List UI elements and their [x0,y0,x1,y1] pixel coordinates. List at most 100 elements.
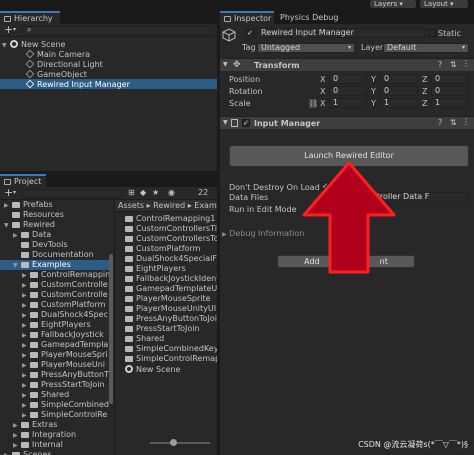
project-tree-item[interactable]: ▼ Rewired [0,220,109,230]
debug-foldout[interactable]: ▶ Debug Information [222,229,304,238]
project-tree-item[interactable]: ▶ SimpleControlRe [0,410,109,420]
project-tree-item[interactable]: Documentation [0,250,109,260]
hierarchy-item-gameobject[interactable]: GameObject [25,69,87,79]
transform-z-field[interactable]: 0 [431,86,469,96]
project-tree-item[interactable]: ▶ CustomControlle [0,290,109,300]
project-file-item[interactable]: EightPlayers [125,264,186,274]
project-file-item[interactable]: CustomPlatform [125,244,200,254]
project-tree-item[interactable]: ▶ ControlRemappin [0,270,110,280]
transform-x-field[interactable]: 0 [329,86,367,96]
component-enabled-checkbox[interactable]: ✓ [242,119,250,127]
axis-z-label[interactable]: Z [422,99,427,108]
hierarchy-search-input[interactable]: ⌕ [22,25,212,35]
axis-y-label[interactable]: Y [371,87,376,96]
transform-y-field[interactable]: 0 [380,74,418,84]
hierarchy-item-directional-light[interactable]: Directional Light [25,59,103,69]
project-file-item[interactable]: CustomControllersTilt [125,224,217,234]
project-tree-item[interactable]: ▶ EightPlayers [0,320,109,330]
project-file-item[interactable]: FallbackJoystickIdenti [125,274,217,284]
tab-physics-debug[interactable]: Physics Debug [276,11,343,24]
project-tree-item[interactable]: ▶ GamepadTemplat [0,340,111,350]
project-tree-item[interactable]: ▶ FallbackJoystick [0,330,109,340]
project-add-button[interactable]: + [4,187,13,199]
hierarchy-add-button[interactable]: + [4,24,13,36]
breadcrumb-item[interactable]: Examp [194,201,217,210]
constrain-proportions-icon[interactable]: ⛓ [308,99,318,108]
favorite-icon[interactable]: ★ [152,188,159,197]
project-tree-item[interactable]: ▶ Data [0,230,109,240]
axis-y-label[interactable]: Y [371,75,376,84]
project-tree-item[interactable]: ▶ Shared [0,390,109,400]
layer-dropdown[interactable]: Default ▾ [383,43,469,53]
horizontal-splitter[interactable] [0,171,217,174]
project-file-item[interactable]: PlayerMouseUnityUI [125,304,216,314]
project-file-item[interactable]: ControlRemapping1 [125,214,215,224]
axis-y-label[interactable]: Y [371,99,376,108]
tree-scrollbar[interactable] [109,254,113,404]
zoom-slider-handle[interactable] [170,439,177,446]
project-file-item[interactable]: DualShock4SpecialFea [125,254,217,264]
breadcrumb-item[interactable]: Rewired [153,201,185,210]
project-tree-item[interactable]: ▶ PressStartToJoin [0,380,109,390]
project-tree-item[interactable]: ▶ PressAnyButtonT [0,370,109,380]
project-file-item[interactable]: PressStartToJoin [125,324,200,334]
project-tree-item[interactable]: ▶ PlayerMouseSpri [0,350,109,360]
active-checkbox[interactable]: ✓ [246,29,254,37]
transform-z-field[interactable]: 1 [431,98,469,108]
project-tree-item[interactable]: ▶ Integration [0,430,109,440]
project-tree-item[interactable]: ▶ PlayerMouseUni [0,360,109,370]
project-tree-item[interactable]: DevTools [0,240,109,250]
transform-component-header[interactable]: ▼ ✥ Transform ? ⇅ ⋮ [220,58,474,71]
transform-x-field[interactable]: 1 [329,98,367,108]
filter-type-icon[interactable]: ⊞ [128,188,135,197]
hierarchy-item-main-camera[interactable]: Main Camera [25,49,90,59]
eye-icon[interactable]: ◉ [168,188,175,197]
hierarchy-scene-row[interactable]: ▼ New Scene [2,39,215,49]
axis-x-label[interactable]: X [320,87,325,96]
zoom-slider[interactable] [150,439,210,446]
project-tree-item[interactable]: ▶ Scenes [0,450,109,455]
project-tree-item[interactable]: ▶ Internal [0,440,109,450]
preset-icon[interactable]: ⇅ [450,60,457,69]
project-tree-item[interactable]: ▼ Examples [0,260,109,270]
project-file-item[interactable]: SimpleControlRemappi [125,354,217,364]
layout-dropdown[interactable]: Layout ▾ [420,0,468,8]
project-file-item[interactable]: New Scene [125,364,180,374]
tab-inspector[interactable]: Inspector [220,11,274,24]
chevron-down-icon[interactable]: ▾ [13,189,16,196]
tag-dropdown[interactable]: Untagged ▾ [257,43,355,53]
project-search-input[interactable] [22,189,122,198]
project-file-item[interactable]: Shared [125,334,164,344]
project-tree-item[interactable]: ▶ CustomPlatform [0,300,109,310]
project-tree-item[interactable]: ▶ CustomControlle [0,280,109,290]
project-tree-item[interactable]: ▶ Prefabs [0,200,109,210]
vertical-splitter[interactable] [217,9,220,455]
axis-x-label[interactable]: X [320,99,325,108]
project-file-item[interactable]: PressAnyButtonToJoin [125,314,217,324]
project-file-item[interactable]: CustomControllersTouc [125,234,217,244]
preset-icon[interactable]: ⇅ [450,118,457,127]
project-tree-item[interactable]: Resources [0,210,109,220]
hierarchy-item-rewired-input-manager[interactable]: Rewired Input Manager [0,79,217,89]
layers-dropdown[interactable]: Layers ▾ [370,0,416,8]
more-icon[interactable]: ⋮ [462,59,470,68]
project-tree-item[interactable]: ▶ Extras [0,420,109,430]
object-name-field[interactable]: Rewired Input Manager [257,28,425,38]
input-manager-component-header[interactable]: ▼ ✓ Input Manager ? ⇅ ⋮ [220,116,474,129]
filter-label-icon[interactable]: ◆ [140,188,146,197]
transform-z-field[interactable]: 0 [431,74,469,84]
project-file-item[interactable]: PlayerMouseSprite [125,294,211,304]
static-checkbox[interactable] [428,29,436,37]
axis-z-label[interactable]: Z [422,75,427,84]
axis-z-label[interactable]: Z [422,87,427,96]
chevron-down-icon[interactable]: ▾ [13,26,16,33]
chevron-right-icon[interactable]: ▶ [4,451,12,455]
help-icon[interactable]: ? [438,60,442,69]
project-tree-item[interactable]: ▶ SimpleCombined [0,400,109,410]
axis-x-label[interactable]: X [320,75,325,84]
transform-y-field[interactable]: 0 [380,86,418,96]
project-file-item[interactable]: GamepadTemplateUI [125,284,217,294]
more-icon[interactable]: ⋮ [462,117,470,126]
breadcrumb-item[interactable]: Assets [118,201,144,210]
transform-x-field[interactable]: 0 [329,74,367,84]
